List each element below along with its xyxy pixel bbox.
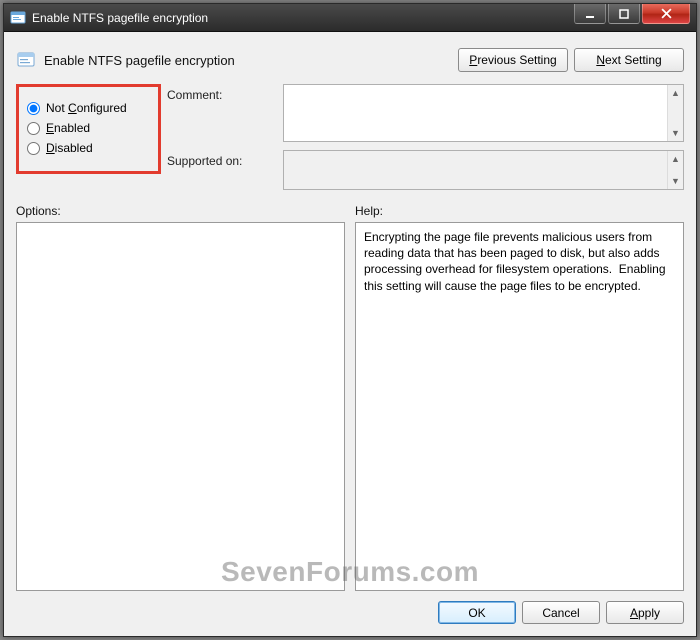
radio-enabled[interactable]: Enabled [25, 121, 152, 135]
options-panel [16, 222, 345, 591]
header-row: Enable NTFS pagefile encryption Previous… [16, 42, 684, 78]
panels: Encrypting the page file prevents malici… [16, 222, 684, 591]
scroll-up-icon[interactable]: ▲ [668, 85, 683, 101]
client-area: Enable NTFS pagefile encryption Previous… [4, 32, 696, 636]
next-setting-button[interactable]: Next Setting [574, 48, 684, 72]
supported-field: ▲ ▼ [283, 150, 684, 190]
title-bar[interactable]: Enable NTFS pagefile encryption [4, 4, 696, 32]
radio-enabled-label: Enabled [46, 121, 90, 135]
radio-not-configured[interactable]: Not Configured [25, 101, 152, 115]
radio-disabled[interactable]: Disabled [25, 141, 152, 155]
ok-button[interactable]: OK [438, 601, 516, 624]
state-radio-group: Not Configured Enabled Disabled [16, 84, 161, 174]
scroll-up-icon[interactable]: ▲ [668, 151, 683, 167]
comment-field[interactable]: ▲ ▼ [283, 84, 684, 142]
comment-label: Comment: [167, 84, 277, 102]
minimize-button[interactable] [574, 4, 606, 24]
radio-disabled-label: Disabled [46, 141, 93, 155]
radio-disabled-input[interactable] [27, 142, 40, 155]
app-icon [10, 10, 26, 26]
scroll-down-icon[interactable]: ▼ [668, 125, 683, 141]
help-text: Encrypting the page file prevents malici… [364, 230, 669, 293]
help-label: Help: [355, 204, 684, 218]
supported-scrollbar[interactable]: ▲ ▼ [667, 151, 683, 189]
dialog-footer: OK Cancel Apply [16, 601, 684, 624]
radio-not-configured-label: Not Configured [46, 101, 127, 115]
radio-enabled-input[interactable] [27, 122, 40, 135]
scroll-down-icon[interactable]: ▼ [668, 173, 683, 189]
apply-button[interactable]: Apply [606, 601, 684, 624]
supported-text [284, 151, 683, 159]
cancel-button[interactable]: Cancel [522, 601, 600, 624]
window-title: Enable NTFS pagefile encryption [32, 11, 208, 25]
options-label: Options: [16, 204, 345, 218]
close-button[interactable] [642, 4, 690, 24]
previous-setting-button[interactable]: Previous Setting [458, 48, 568, 72]
dialog-window: Enable NTFS pagefile encryption [3, 3, 697, 637]
policy-icon [16, 50, 36, 70]
mid-labels: Options: Help: [16, 204, 684, 218]
comment-scrollbar[interactable]: ▲ ▼ [667, 85, 683, 141]
top-grid: Not Configured Enabled Disabled Comment:… [16, 84, 684, 190]
help-panel: Encrypting the page file prevents malici… [355, 222, 684, 591]
comment-textarea[interactable] [284, 85, 667, 141]
radio-not-configured-input[interactable] [27, 102, 40, 115]
window-controls [574, 4, 696, 31]
supported-label: Supported on: [167, 150, 277, 168]
policy-title: Enable NTFS pagefile encryption [44, 53, 235, 68]
maximize-button[interactable] [608, 4, 640, 24]
